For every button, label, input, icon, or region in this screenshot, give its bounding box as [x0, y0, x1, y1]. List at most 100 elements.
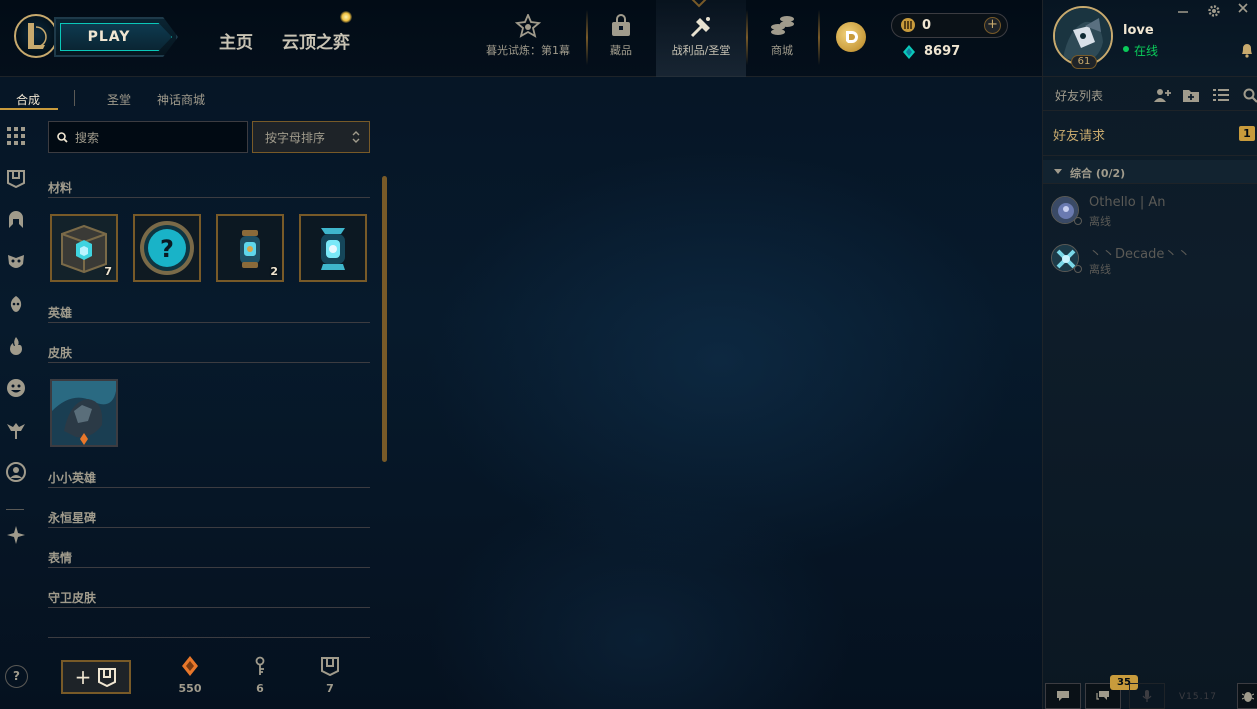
client-version: V15.17 — [1179, 692, 1217, 702]
mystery-orb-icon[interactable]: ? — [133, 214, 201, 282]
sort-dropdown[interactable]: 按字母排序 — [252, 121, 370, 153]
resource-value: 550 — [178, 682, 202, 695]
little-legend-filter-icon[interactable] — [6, 294, 26, 314]
category-materials[interactable]: 材料 — [48, 176, 370, 198]
tab-sanctum[interactable]: 圣堂 — [107, 91, 131, 108]
champion-filter-icon[interactable] — [6, 210, 26, 230]
emote-filter-icon[interactable] — [6, 378, 26, 398]
nav-loot-label: 战利品/圣堂 — [671, 44, 731, 57]
minimize-icon[interactable] — [1177, 2, 1189, 14]
key-counter: 6 — [240, 656, 280, 706]
profile-header[interactable]: 61 love 在线 — [1043, 0, 1257, 77]
chest-filter-icon[interactable] — [6, 168, 26, 188]
category-champions[interactable]: 英雄 — [48, 301, 370, 323]
skin-filter-icon[interactable] — [6, 252, 26, 272]
nav-separator — [746, 10, 748, 65]
resource-value: 7 — [326, 682, 334, 695]
top-navigation: PLAY 主页 云顶之弈 暮光试炼：第1幕 藏品 战利品/圣堂 商城 0 + 8… — [0, 0, 1042, 77]
nav-store[interactable]: 商城 — [752, 0, 812, 77]
store-icon — [771, 16, 794, 35]
microphone-icon — [1142, 690, 1152, 702]
social-bottom-bar: 35 V15.17 — [1043, 675, 1257, 709]
grid-all-icon[interactable] — [6, 126, 26, 146]
chest-icon — [98, 668, 117, 687]
be-value: 8697 — [924, 44, 961, 59]
online-status-dot — [1123, 46, 1129, 52]
nav-collection-label: 藏品 — [610, 44, 632, 57]
capsule-icon[interactable]: 2 — [216, 214, 284, 282]
loot-icon — [690, 17, 710, 38]
hextech-chest-icon[interactable]: 7 — [50, 214, 118, 282]
chevron-updown-icon — [352, 131, 360, 143]
online-status-text[interactable]: 在线 — [1134, 42, 1158, 59]
eternals-filter-icon[interactable] — [6, 336, 26, 356]
voice-button[interactable] — [1129, 683, 1165, 709]
tab-mythic-shop[interactable]: 神话商城 — [157, 91, 205, 108]
play-button[interactable]: PLAY — [54, 17, 178, 57]
league-logo-icon[interactable] — [14, 14, 58, 58]
blue-essence-icon — [903, 44, 915, 59]
chat-bubble-icon — [1057, 691, 1069, 701]
loot-filter-rail — [0, 120, 32, 709]
friend-group-label: 综合 (0/2) — [1070, 167, 1126, 180]
help-button[interactable]: ? — [5, 665, 28, 688]
add-friend-icon[interactable] — [1153, 87, 1171, 103]
category-label: 材料 — [48, 181, 73, 195]
search-icon — [57, 132, 68, 143]
item-count: 7 — [104, 265, 112, 278]
friend-requests-row[interactable]: 好友请求 1 — [1043, 112, 1257, 156]
category-skins[interactable]: 皮肤 — [48, 341, 370, 363]
social-toolbar: 好友列表 — [1043, 78, 1257, 111]
search-input[interactable] — [75, 128, 243, 148]
nav-tft[interactable]: 云顶之弈 — [282, 28, 350, 53]
icon-filter-icon[interactable] — [6, 462, 26, 482]
friend-list-item[interactable]: Othello | An 离线 — [1043, 190, 1257, 236]
nav-collection[interactable]: 藏品 — [592, 0, 650, 77]
category-ward-skins[interactable]: 守卫皮肤 — [48, 586, 370, 608]
gear-icon[interactable] — [1207, 4, 1221, 18]
friend-name: Othello | An — [1089, 195, 1166, 210]
friend-name: 丶丶Decade丶丶 — [1089, 247, 1191, 262]
category-label: 守卫皮肤 — [48, 591, 97, 605]
rail-divider — [6, 509, 24, 510]
key-icon — [255, 656, 265, 675]
ward-filter-icon[interactable] — [6, 420, 26, 440]
list-view-icon[interactable] — [1212, 87, 1230, 103]
active-tab-caret-icon — [691, 0, 707, 8]
chat-button[interactable] — [1045, 683, 1081, 709]
footer-divider — [48, 637, 370, 638]
friend-list-item[interactable]: 丶丶Decade丶丶 离线 — [1043, 238, 1257, 284]
category-emotes[interactable]: 表情 — [48, 546, 370, 568]
friend-group-header[interactable]: 综合 (0/2) — [1043, 160, 1257, 184]
collection-icon — [612, 14, 630, 36]
social-title: 好友列表 — [1055, 89, 1104, 103]
close-icon[interactable] — [1237, 2, 1249, 14]
notification-bell-icon[interactable] — [1240, 42, 1254, 58]
search-field[interactable] — [48, 121, 248, 153]
category-label: 英雄 — [48, 306, 73, 320]
category-eternals[interactable]: 永恒星碑 — [48, 506, 370, 528]
add-folder-icon[interactable] — [1182, 87, 1200, 103]
search-icon[interactable] — [1242, 87, 1257, 103]
nav-store-label: 商城 — [771, 44, 793, 57]
prime-gaming-icon[interactable] — [836, 22, 866, 52]
loot-list-scrollbar[interactable] — [382, 176, 387, 462]
nav-home[interactable]: 主页 — [219, 28, 253, 53]
masterwork-capsule-icon[interactable] — [299, 214, 367, 282]
bug-report-button[interactable] — [1237, 683, 1257, 709]
skin-shard-icon[interactable] — [50, 379, 118, 447]
nav-event-pass[interactable]: 暮光试炼：第1幕 — [478, 0, 578, 77]
nav-separator — [818, 10, 820, 65]
category-label: 皮肤 — [48, 346, 73, 360]
nav-loot[interactable]: 战利品/圣堂 — [656, 0, 746, 77]
buy-rp-button[interactable]: + — [984, 17, 1001, 34]
resource-value: 6 — [256, 682, 264, 695]
orange-essence-counter: 550 — [170, 656, 210, 706]
level-badge: 61 — [1071, 55, 1097, 69]
tft-notification-dot — [340, 11, 352, 23]
rp-balance[interactable]: 0 — [900, 17, 931, 33]
tft-filter-icon[interactable] — [6, 525, 26, 545]
category-little-legends[interactable]: 小小英雄 — [48, 466, 370, 488]
craft-key-button[interactable]: + — [61, 660, 131, 694]
tab-crafting[interactable]: 合成 — [16, 91, 40, 108]
